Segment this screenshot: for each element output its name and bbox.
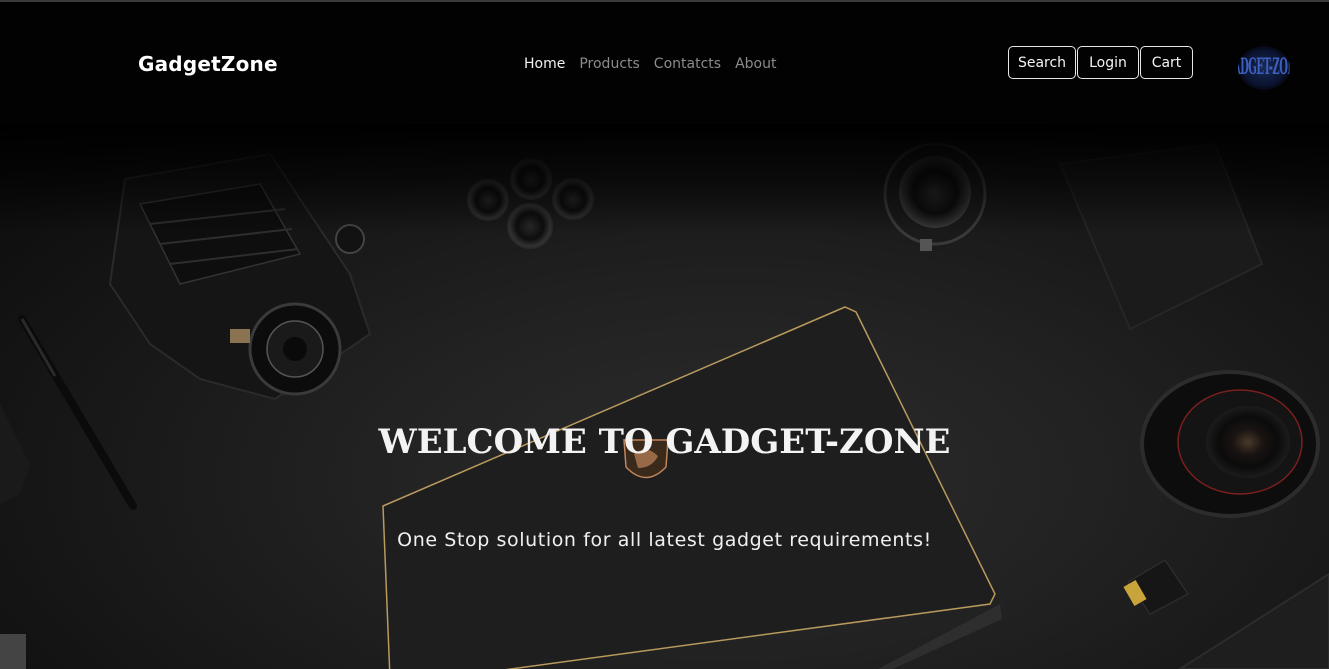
nav-link-home[interactable]: Home: [524, 56, 565, 72]
bottom-left-object-graphic: [0, 634, 26, 669]
film-rolls-graphic: [467, 158, 594, 249]
vintage-camera-graphic: [108, 152, 372, 401]
hero-subtitle: One Stop solution for all latest gadget …: [397, 529, 932, 551]
tablet-edge-graphic: [1178, 572, 1329, 669]
login-button[interactable]: Login: [1077, 46, 1139, 79]
brand-logo-text[interactable]: GadgetZone: [138, 52, 278, 76]
search-button[interactable]: Search: [1008, 46, 1076, 79]
main-nav: Home Products Contatcts About: [524, 56, 776, 72]
nav-link-about[interactable]: About: [735, 56, 776, 72]
notebook-graphic: [1058, 142, 1264, 331]
hero-background-illustration: [0, 142, 1329, 669]
hero-section: WELCOME TO GADGET-ZONE One Stop solution…: [0, 124, 1329, 669]
nav-link-contacts[interactable]: Contatcts: [654, 56, 721, 72]
gadget-zone-logo[interactable]: GADGET-ZONE: [1238, 46, 1290, 90]
cart-button[interactable]: Cart: [1140, 46, 1193, 79]
sd-card-graphic: [1123, 558, 1190, 615]
navbar: GadgetZone Home Products Contatcts About…: [0, 2, 1329, 125]
pen-graphic: [18, 315, 137, 510]
nav-link-products[interactable]: Products: [579, 56, 639, 72]
hero-title: WELCOME TO GADGET-ZONE: [378, 422, 951, 462]
logo-text: GADGET-ZONE: [1238, 55, 1290, 81]
laptop-graphic: [382, 306, 1002, 669]
camera-lens-graphic: [883, 142, 987, 251]
